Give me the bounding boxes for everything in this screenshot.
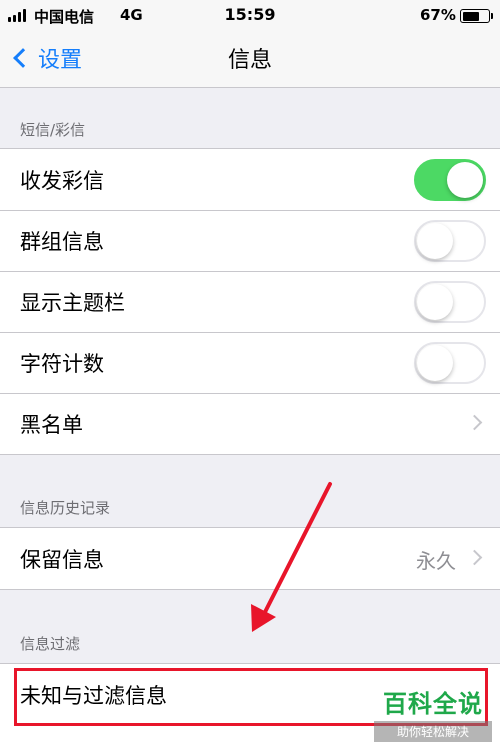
watermark-subtitle: 助你轻松解决 (374, 721, 492, 742)
watermark-logo: 百科全说 助你轻松解决 (374, 684, 492, 742)
annotation-arrow (251, 482, 332, 632)
watermark-title: 百科全说 (383, 690, 483, 718)
